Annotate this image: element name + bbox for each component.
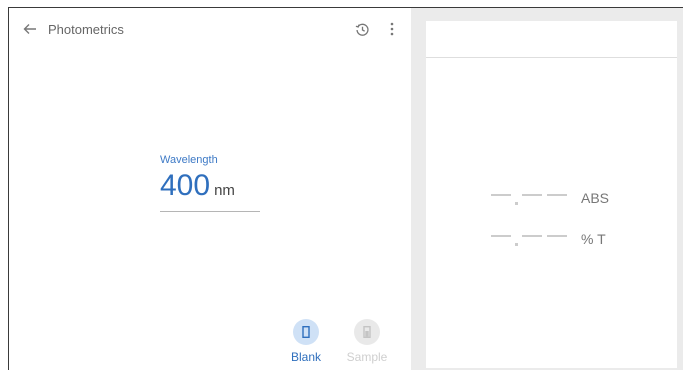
- arrow-left-icon: [23, 24, 36, 34]
- sample-button[interactable]: Sample: [345, 319, 389, 364]
- history-icon: [355, 23, 369, 36]
- abs-unit: ABS: [581, 190, 610, 206]
- sample-label: Sample: [346, 350, 388, 364]
- results-card: ABS % T: [426, 21, 677, 368]
- wavelength-value-row: 400 nm: [160, 171, 260, 201]
- blank-icon-circle: [293, 319, 319, 345]
- app-bar: Photometrics: [9, 8, 411, 50]
- wavelength-unit: nm: [214, 182, 235, 199]
- wavelength-field[interactable]: Wavelength 400 nm: [160, 154, 260, 212]
- page-title: Photometrics: [48, 22, 124, 37]
- wavelength-label: Wavelength: [160, 154, 218, 166]
- wavelength-underline: [160, 211, 260, 212]
- transmittance-reading: % T: [491, 229, 606, 249]
- blank-button[interactable]: Blank: [284, 319, 328, 364]
- history-button[interactable]: [352, 19, 372, 39]
- results-card-header: [426, 21, 677, 58]
- results-pane: ABS % T: [411, 8, 683, 370]
- more-vertical-icon: [390, 22, 394, 36]
- cuvette-icon: [363, 326, 371, 338]
- t-placeholder-digits: [491, 229, 573, 249]
- cuvette-icon: [302, 326, 310, 338]
- wavelength-value[interactable]: 400: [160, 171, 210, 201]
- app-window: Photometrics Wavelength 400 nm Blank Sam…: [8, 7, 683, 370]
- more-options-button[interactable]: [383, 19, 401, 39]
- transmittance-unit: % T: [581, 231, 606, 247]
- measurement-pane: Photometrics Wavelength 400 nm Blank Sam…: [9, 8, 411, 370]
- back-button[interactable]: [19, 18, 41, 40]
- sample-icon-circle: [354, 319, 380, 345]
- abs-placeholder-digits: [491, 188, 573, 208]
- abs-reading: ABS: [491, 188, 609, 208]
- blank-label: Blank: [290, 350, 322, 364]
